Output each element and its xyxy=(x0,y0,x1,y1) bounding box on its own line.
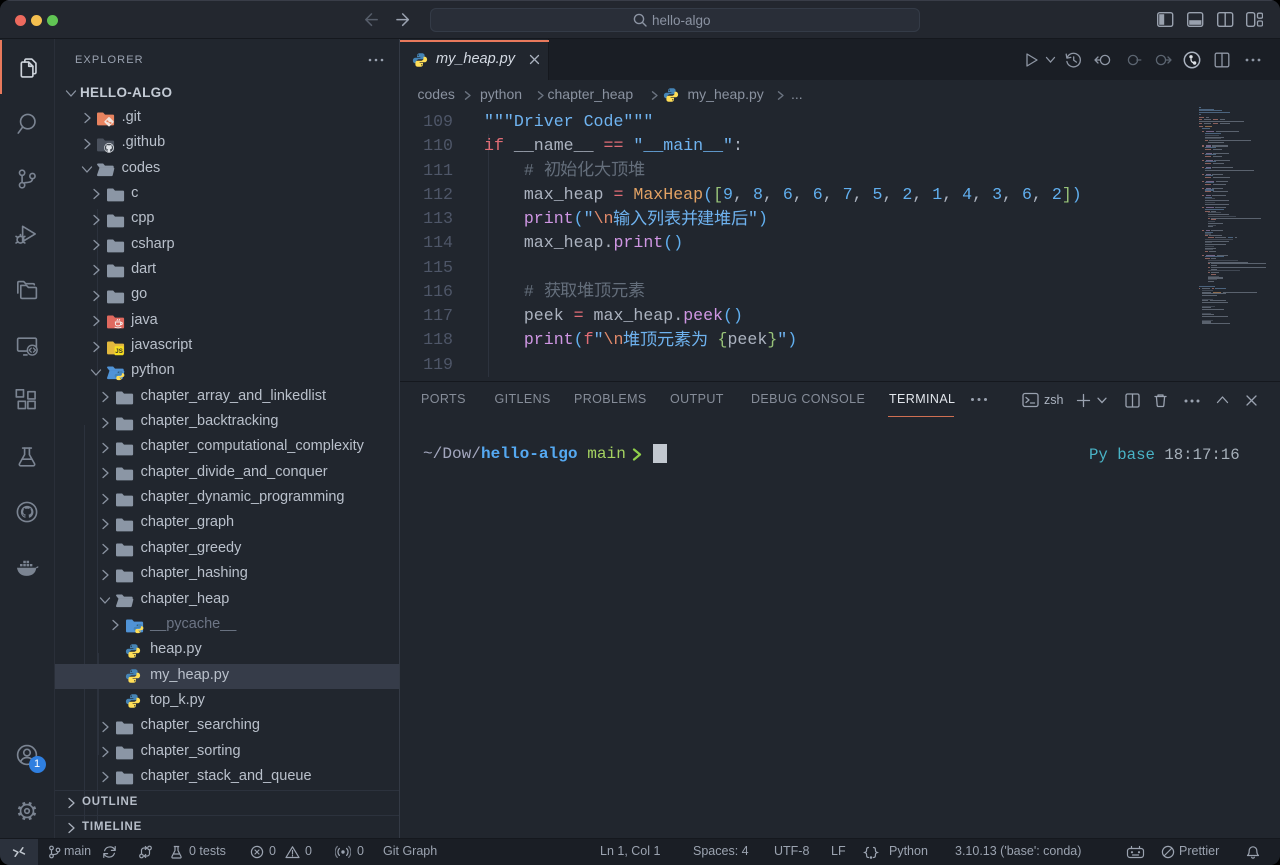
svg-text:JS: JS xyxy=(115,348,123,355)
